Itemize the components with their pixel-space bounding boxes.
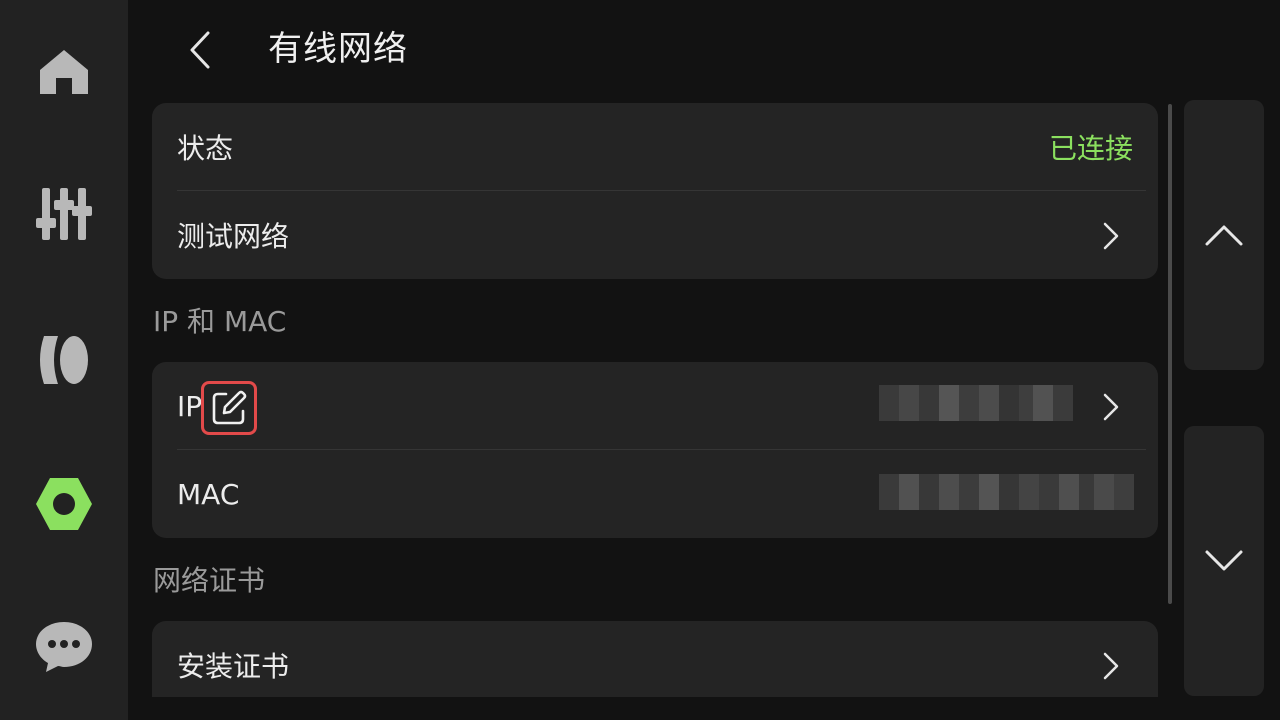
chevron-up-icon — [1205, 225, 1243, 246]
scrollbar[interactable] — [1168, 104, 1172, 604]
nav-controls[interactable] — [24, 174, 104, 254]
status-card: 状态 已连接 测试网络 — [152, 103, 1158, 279]
chevron-down-icon — [1205, 550, 1243, 571]
test-network-label: 测试网络 — [177, 220, 290, 253]
test-network-row[interactable]: 测试网络 — [152, 191, 1158, 279]
wired-network-screen: 有线网络 状态 已连接 测试网络 IP 和 MAC IP MAC 网络证书 安装… — [0, 0, 1280, 720]
chevron-right-icon — [1103, 393, 1119, 421]
nav-messages[interactable] — [24, 606, 104, 686]
mac-label: MAC — [177, 477, 240, 511]
chevron-right-icon — [1103, 222, 1119, 250]
chevron-left-icon — [190, 31, 210, 69]
edit-icon — [212, 390, 247, 425]
ip-mac-card: IP MAC — [152, 362, 1158, 538]
ip-value-redacted — [879, 385, 1073, 421]
status-row: 状态 已连接 — [152, 103, 1158, 191]
nav-home[interactable] — [24, 32, 104, 112]
ip-label: IP — [177, 389, 203, 423]
page-title: 有线网络 — [268, 29, 408, 69]
ip-edit-button[interactable] — [201, 381, 257, 435]
ip-row[interactable]: IP — [152, 362, 1158, 450]
nav-filament[interactable] — [24, 320, 104, 400]
chat-icon — [36, 622, 92, 672]
install-certificate-label: 安装证书 — [177, 650, 290, 683]
settings-icon — [36, 478, 92, 530]
back-button[interactable] — [176, 24, 224, 76]
home-icon — [40, 50, 88, 94]
mac-value-redacted — [879, 474, 1134, 510]
install-certificate-row[interactable]: 安装证书 — [152, 621, 1158, 697]
sliders-icon — [36, 188, 92, 240]
section-title-certificate: 网络证书 — [153, 564, 266, 597]
status-value: 已连接 — [1048, 132, 1133, 165]
filament-icon — [40, 336, 88, 384]
nav-settings[interactable] — [24, 464, 104, 544]
page-up-button[interactable] — [1184, 100, 1264, 370]
sidebar-nav — [0, 0, 128, 720]
mac-row: MAC — [152, 450, 1158, 538]
page-down-button[interactable] — [1184, 426, 1264, 696]
section-title-ip-mac: IP 和 MAC — [153, 305, 287, 338]
certificate-card: 安装证书 — [152, 621, 1158, 697]
chevron-right-icon — [1103, 652, 1119, 680]
status-label: 状态 — [177, 132, 234, 165]
